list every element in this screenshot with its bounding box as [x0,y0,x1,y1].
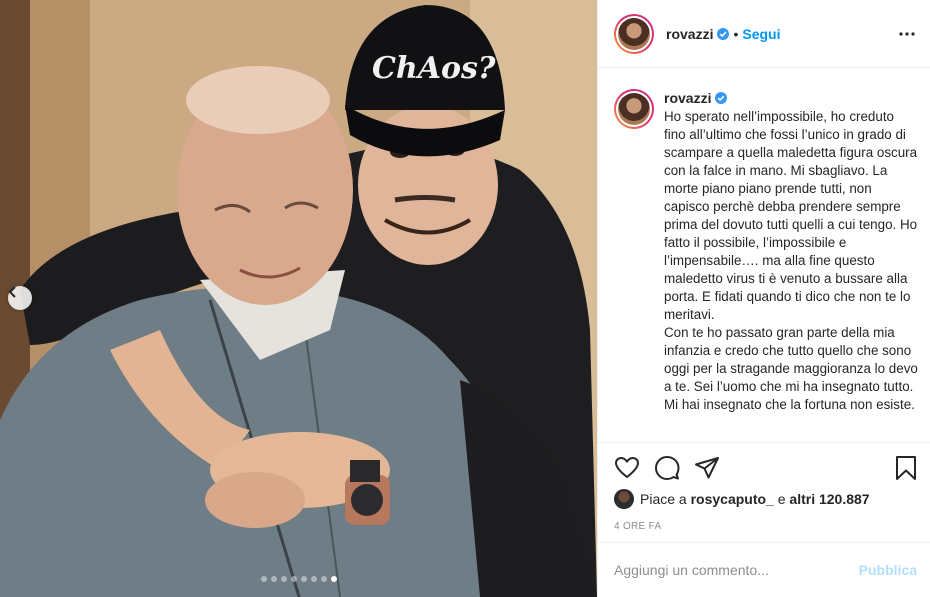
carousel-dot [300,576,307,582]
share-icon[interactable] [694,455,720,481]
avatar[interactable] [614,13,654,54]
post-sidebar: rovazzi • Segui rovazzi Ho sperato nell’… [597,0,930,597]
likes-summary: Piace a rosycaputo_ e altri 120.887 [614,489,870,509]
liker-avatar[interactable] [614,489,634,509]
follow-button[interactable]: Segui [742,26,780,42]
comment-input[interactable] [614,562,859,578]
caption-body: rovazzi Ho sperato nell’impossibile, ho … [664,89,919,442]
chevron-left-icon [8,286,16,298]
post-header: rovazzi • Segui [598,0,930,68]
carousel-dot [260,576,267,582]
header-separator: • [733,25,739,42]
carousel-dot [290,576,297,582]
post-photo[interactable]: ChAos? [0,0,597,597]
previous-photo-button[interactable] [8,286,32,310]
action-bar [614,455,919,481]
cap-logo-text: ChAos? [372,51,496,86]
username-link[interactable]: rovazzi [666,26,713,42]
photo-illustration: ChAos? [0,0,597,597]
carousel-dot [320,576,327,582]
actions-panel: Piace a rosycaputo_ e altri 120.887 4 OR… [598,442,930,542]
bookmark-icon[interactable] [893,455,919,481]
publish-button[interactable]: Pubblica [859,562,917,578]
likes-count-link[interactable]: altri 120.887 [789,491,869,507]
caption-avatar[interactable] [614,89,654,129]
verified-icon [715,92,728,104]
likes-middle: e [773,491,790,507]
verified-icon [717,27,730,40]
carousel-dot-active [330,576,337,582]
likes-prefix: Piace a [640,491,691,507]
carousel-dot [280,576,287,582]
caption-text: Ho sperato nell’impossibile, ho creduto … [664,109,918,412]
liker-username-link[interactable]: rosycaputo_ [691,491,774,507]
comment-icon[interactable] [654,455,680,481]
caption-section: rovazzi Ho sperato nell’impossibile, ho … [598,69,930,442]
more-options-button[interactable] [897,24,917,44]
heart-icon[interactable] [614,455,640,481]
caption-username-link[interactable]: rovazzi [664,89,711,107]
comment-form: Pubblica [598,542,930,597]
more-options-icon [899,32,915,36]
avatar-image [618,93,650,125]
post-timestamp[interactable]: 4 ORE FA [614,521,661,532]
carousel-dot [270,576,277,582]
avatar-image [618,17,650,50]
carousel-dot [310,576,317,582]
carousel-indicator [0,576,597,582]
